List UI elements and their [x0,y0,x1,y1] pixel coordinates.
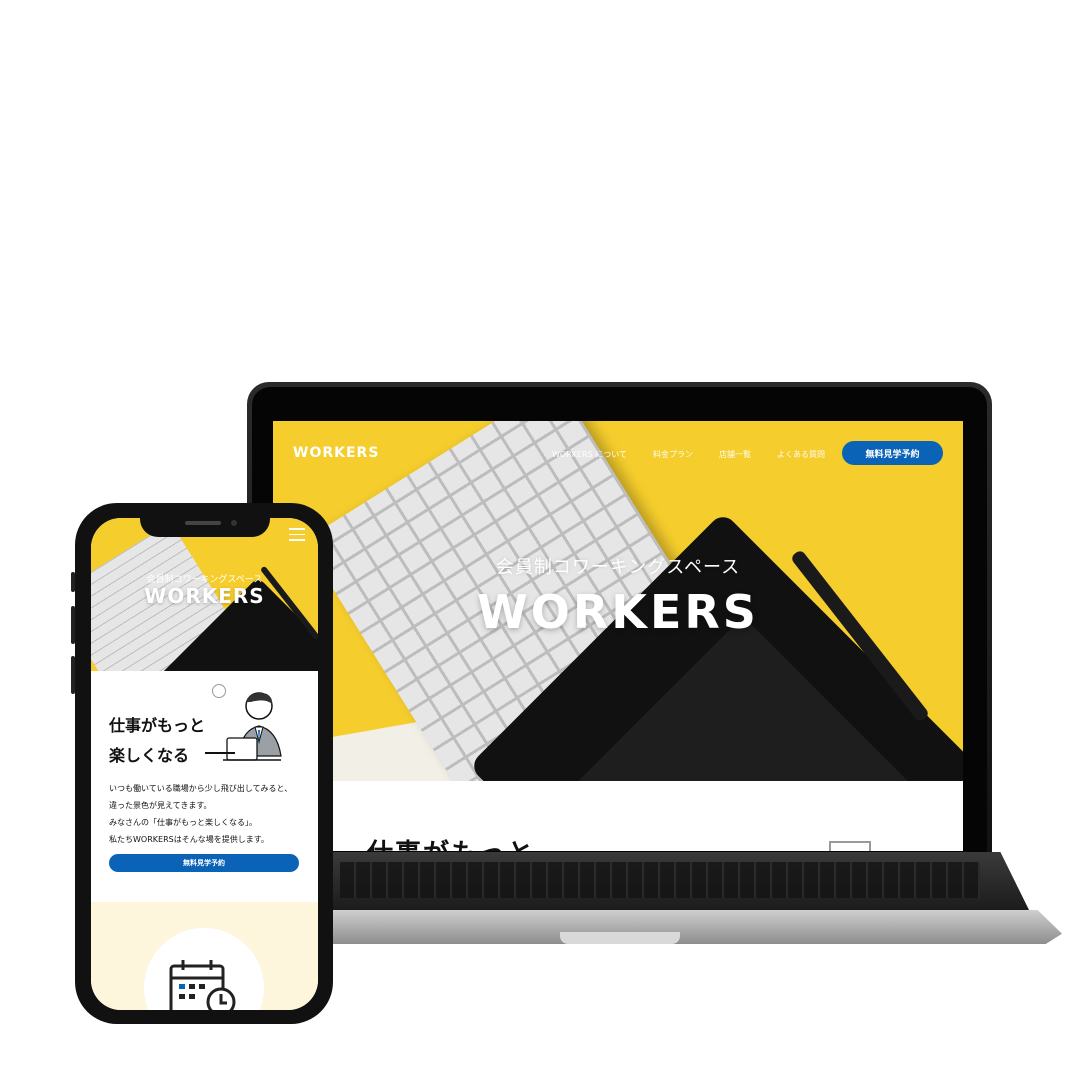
desktop-reserve-button[interactable]: 無料見学予約 [842,441,943,465]
calendar-clock-icon [169,960,236,1010]
phone-mute-button [71,572,75,592]
desktop-hero: WORKERS WORKERS について 料金プラン 店舗一覧 よくある質問 無… [273,421,963,781]
desktop-site: WORKERS WORKERS について 料金プラン 店舗一覧 よくある質問 無… [273,421,963,851]
phone-notch [140,503,270,537]
phone-volume-up [71,606,75,644]
mobile-reserve-button[interactable]: 無料見学予約 [109,854,299,872]
desktop-section-title: 仕事がもっと [367,833,535,851]
mobile-heading-line1: 仕事がもっと [109,716,206,735]
desktop-nav: WORKERS について 料金プラン 店舗一覧 よくある質問 [552,449,851,460]
nav-link-faq[interactable]: よくある質問 [777,449,825,460]
intro-line: みなさんの「仕事がもっと楽しくなる」。 [109,818,257,827]
intro-line: 違った景色が見えてきます。 [109,801,212,810]
mobile-hero: 会員制コワーキングスペース WORKERS [91,518,318,671]
intro-line: 私たちWORKERSはそんな場を提供します。 [109,835,269,844]
mobile-site: 会員制コワーキングスペース WORKERS 仕事がもっと 楽しくなる いつも働い… [91,518,318,1010]
intro-line: いつも働いている職場から少し飛び出してみると、 [109,784,293,793]
hamburger-icon[interactable] [289,528,305,541]
nav-link-stores[interactable]: 店舗一覧 [719,449,751,460]
mobile-intro-text: いつも働いている職場から少し飛び出してみると、 違った景色が見えてきます。 みな… [109,780,309,848]
phone-volume-down [71,656,75,694]
section-illustration-icon [829,841,871,851]
nav-link-pricing[interactable]: 料金プラン [653,449,693,460]
nav-link-about[interactable]: WORKERS について [552,449,627,460]
mobile-hero-title: WORKERS [144,584,265,608]
heading-underline [205,752,235,754]
phone-camera [231,520,237,526]
desktop-hero-title: WORKERS [477,585,759,639]
chevron-up-icon[interactable]: ⌃ [710,743,718,754]
desktop-hero-subtitle: 会員制コワーキングスペース [495,557,741,578]
desktop-logo[interactable]: WORKERS [293,445,379,461]
phone-speaker [185,521,221,525]
mobile-heading-line2: 楽しくなる [109,746,190,765]
desktop-header: WORKERS WORKERS について 料金プラン 店舗一覧 よくある質問 無… [273,421,963,485]
laptop-base [250,852,1062,950]
